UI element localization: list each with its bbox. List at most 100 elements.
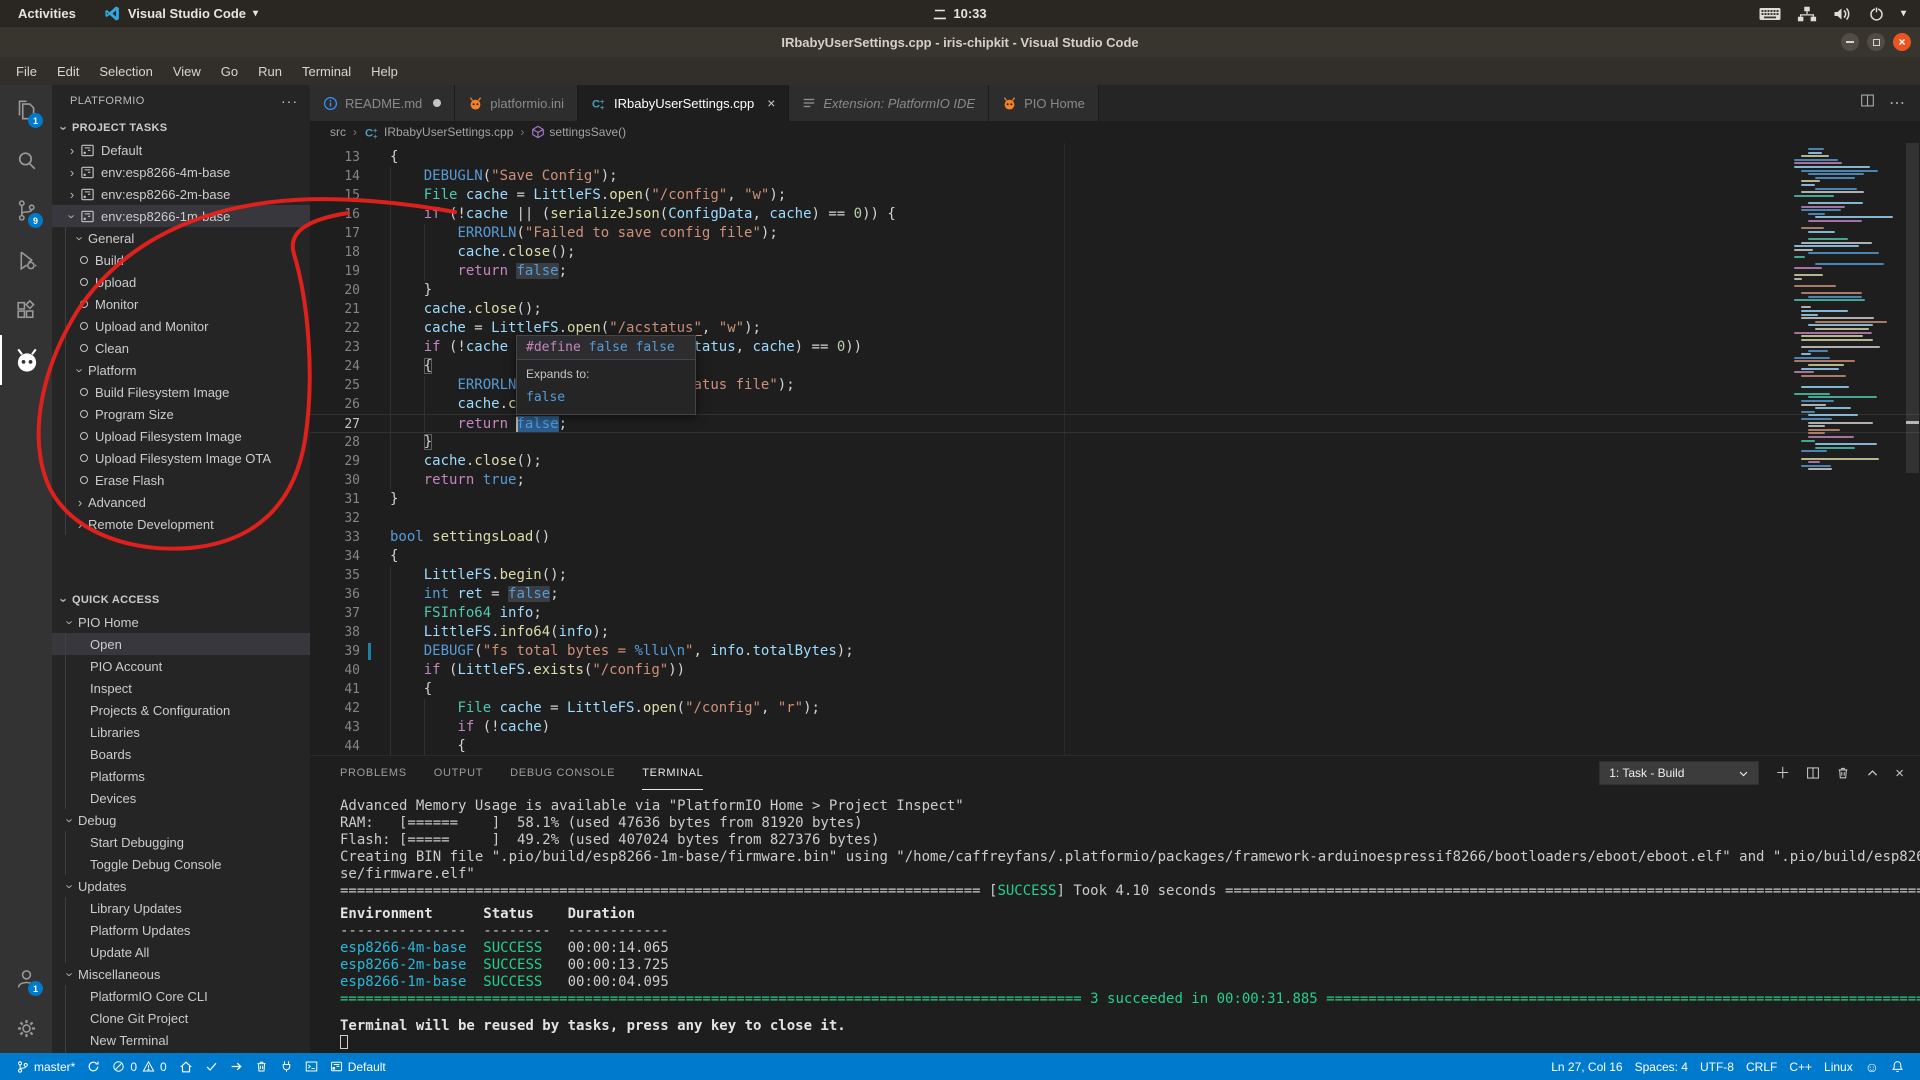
tree-item-platform-updates[interactable]: Platform Updates (52, 919, 310, 941)
status-utf-8[interactable]: UTF-8 (1694, 1060, 1740, 1074)
tab-irbabyusersettings-cpp[interactable]: C++IRbabyUserSettings.cpp× (578, 85, 789, 121)
terminal-selector[interactable]: 1: Task - Build (1599, 761, 1759, 785)
code-line-32[interactable]: 32 (310, 509, 1920, 528)
code-line-35[interactable]: 35 LittleFS.begin(); (310, 566, 1920, 585)
close-panel-icon[interactable]: × (1895, 766, 1904, 781)
pio-terminal-button[interactable] (299, 1053, 324, 1080)
code-line-44[interactable]: 44 { (310, 737, 1920, 755)
notifications-bell-icon[interactable] (1885, 1060, 1910, 1073)
code-line-27[interactable]: 27 return false; (310, 414, 1920, 433)
maximize-button[interactable] (1867, 33, 1885, 51)
tray-chevron-icon[interactable]: ▾ (1901, 8, 1906, 19)
tab-platformio-ini[interactable]: platformio.ini (455, 85, 578, 121)
code-line-21[interactable]: 21 cache.close(); (310, 300, 1920, 319)
tab-extension-platformio-ide[interactable]: Extension: PlatformIO IDE (789, 85, 989, 121)
code-line-15[interactable]: 15 File cache = LittleFS.open("/config",… (310, 186, 1920, 205)
tree-item-remote-development[interactable]: ›Remote Development (52, 513, 310, 535)
tree-item-platforms[interactable]: Platforms (52, 765, 310, 787)
tab-readme-md[interactable]: README.md (310, 85, 455, 121)
tab-close-icon[interactable]: × (767, 95, 775, 111)
code-line-20[interactable]: 20 } (310, 281, 1920, 300)
tree-item-program-size[interactable]: Program Size (52, 403, 310, 425)
menu-selection[interactable]: Selection (89, 57, 162, 85)
code-line-37[interactable]: 37 FSInfo64 info; (310, 604, 1920, 623)
activity-settings-icon[interactable] (0, 1003, 52, 1053)
code-line-28[interactable]: 28 } (310, 433, 1920, 452)
activity-run-debug-icon[interactable] (0, 235, 52, 285)
panel-tab-problems[interactable]: PROBLEMS (340, 756, 407, 790)
tree-item-miscellaneous[interactable]: ›Miscellaneous (52, 963, 310, 985)
feedback-smiley-icon[interactable]: ☺ (1859, 1059, 1885, 1075)
tree-item-upgrade-platformio-core[interactable]: Upgrade PlatformIO Core (52, 1051, 310, 1053)
network-icon[interactable] (1797, 5, 1817, 23)
code-editor[interactable]: 13{14 DEBUGLN("Save Config");15 File cac… (310, 143, 1920, 755)
code-line-17[interactable]: 17 ERRORLN("Failed to save config file")… (310, 224, 1920, 243)
code-line-18[interactable]: 18 cache.close(); (310, 243, 1920, 262)
status-ln-27-col-16[interactable]: Ln 27, Col 16 (1545, 1060, 1628, 1074)
tree-item-library-updates[interactable]: Library Updates (52, 897, 310, 919)
close-button[interactable]: × (1893, 33, 1911, 51)
tree-item-start-debugging[interactable]: Start Debugging (52, 831, 310, 853)
tree-item-build[interactable]: Build (52, 249, 310, 271)
code-line-36[interactable]: 36 int ret = false; (310, 585, 1920, 604)
tab-pio-home[interactable]: PIO Home (989, 85, 1099, 121)
panel-tab-debug-console[interactable]: DEBUG CONSOLE (510, 756, 615, 790)
more-actions-icon[interactable]: ··· (281, 93, 298, 109)
tree-item-libraries[interactable]: Libraries (52, 721, 310, 743)
keyboard-layout-icon[interactable] (1759, 7, 1781, 21)
code-line-33[interactable]: 33bool settingsLoad() (310, 528, 1920, 547)
quick-access-header[interactable]: › QUICK ACCESS (52, 589, 310, 611)
activity-accounts-icon[interactable]: 1 (0, 953, 52, 1003)
tree-item-erase-flash[interactable]: Erase Flash (52, 469, 310, 491)
tree-item-clean[interactable]: Clean (52, 337, 310, 359)
code-line-38[interactable]: 38 LittleFS.info64(info); (310, 623, 1920, 642)
kill-terminal-icon[interactable] (1836, 766, 1850, 780)
breadcrumb[interactable]: src›C++IRbabyUserSettings.cpp›settingsSa… (310, 121, 1920, 143)
code-line-29[interactable]: 29 cache.close(); (310, 452, 1920, 471)
git-branch-indicator[interactable]: master* (10, 1053, 81, 1080)
tree-item-general[interactable]: ›General (52, 227, 310, 249)
tree-item-projects-configuration[interactable]: Projects & Configuration (52, 699, 310, 721)
tree-item-monitor[interactable]: Monitor (52, 293, 310, 315)
minimap[interactable] (1791, 146, 1903, 478)
sync-indicator[interactable] (81, 1053, 106, 1080)
tree-item-devices[interactable]: Devices (52, 787, 310, 809)
code-line-30[interactable]: 30 return true; (310, 471, 1920, 490)
code-line-19[interactable]: 19 return false; (310, 262, 1920, 281)
status-c++[interactable]: C++ (1783, 1060, 1818, 1074)
code-line-40[interactable]: 40 if (LittleFS.exists("/config")) (310, 661, 1920, 680)
status-spaces-4[interactable]: Spaces: 4 (1629, 1060, 1694, 1074)
code-line-39[interactable]: 39 DEBUGF("fs total bytes = %llu\n", inf… (310, 642, 1920, 661)
tree-item-pio-home[interactable]: ›PIO Home (52, 611, 310, 633)
tree-item-pio-account[interactable]: PIO Account (52, 655, 310, 677)
tree-item-new-terminal[interactable]: New Terminal (52, 1029, 310, 1051)
project-tasks-header[interactable]: › PROJECT TASKS (52, 117, 310, 139)
tree-item-update-all[interactable]: Update All (52, 941, 310, 963)
tree-item-upload-filesystem-image[interactable]: Upload Filesystem Image (52, 425, 310, 447)
status-crlf[interactable]: CRLF (1740, 1060, 1783, 1074)
status-linux[interactable]: Linux (1818, 1060, 1859, 1074)
breadcrumb-item[interactable]: C++IRbabyUserSettings.cpp (364, 125, 513, 140)
new-terminal-icon[interactable]: ＋ (1775, 766, 1790, 781)
tree-item-upload[interactable]: Upload (52, 271, 310, 293)
breadcrumb-item[interactable]: settingsSave() (531, 125, 626, 139)
menu-edit[interactable]: Edit (47, 57, 89, 85)
pio-serial-monitor-button[interactable] (274, 1053, 299, 1080)
activity-search-icon[interactable] (0, 135, 52, 185)
tree-item-default[interactable]: ›Default (52, 139, 310, 161)
minimize-button[interactable] (1841, 33, 1859, 51)
pio-home-button[interactable] (173, 1053, 199, 1080)
tree-item-clone-git-project[interactable]: Clone Git Project (52, 1007, 310, 1029)
activity-source-control-icon[interactable]: 9 (0, 185, 52, 235)
maximize-panel-icon[interactable] (1866, 767, 1879, 780)
terminal-output[interactable]: Advanced Memory Usage is available via "… (310, 790, 1920, 1053)
menu-terminal[interactable]: Terminal (292, 57, 361, 85)
tree-item-toggle-debug-console[interactable]: Toggle Debug Console (52, 853, 310, 875)
code-line-34[interactable]: 34{ (310, 547, 1920, 566)
tree-item-upload-filesystem-image-ota[interactable]: Upload Filesystem Image OTA (52, 447, 310, 469)
activity-explorer-icon[interactable]: 1 (0, 85, 52, 135)
tree-item-platform[interactable]: ›Platform (52, 359, 310, 381)
code-line-42[interactable]: 42 File cache = LittleFS.open("/config",… (310, 699, 1920, 718)
tree-item-build-filesystem-image[interactable]: Build Filesystem Image (52, 381, 310, 403)
tree-item-updates[interactable]: ›Updates (52, 875, 310, 897)
